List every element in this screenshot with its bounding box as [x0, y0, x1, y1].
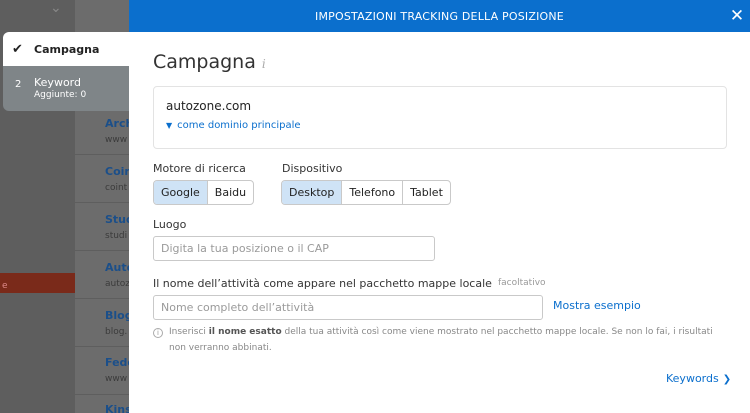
modal-title: IMPOSTAZIONI TRACKING DELLA POSIZIONE	[315, 9, 564, 23]
divider	[75, 298, 135, 299]
chevron-down-icon: ▼	[166, 121, 173, 130]
hint-text: Inserisci il nome esatto della tua attiv…	[169, 327, 713, 353]
info-circle-icon: i	[153, 328, 163, 338]
modal-header: IMPOSTAZIONI TRACKING DELLA POSIZIONE ✕	[129, 0, 750, 32]
domain-value: autozone.com	[166, 99, 252, 113]
section-heading: Campagna i	[153, 51, 266, 73]
close-icon[interactable]: ✕	[727, 5, 747, 27]
show-example-link[interactable]: Mostra esempio	[553, 299, 641, 312]
checkmark-icon: ✔	[12, 41, 23, 57]
option-google[interactable]: Google	[154, 181, 207, 204]
search-engine-selector: Google Baidu	[153, 180, 255, 205]
divider	[75, 250, 135, 251]
settings-modal: IMPOSTAZIONI TRACKING DELLA POSIZIONE ✕ …	[129, 0, 750, 413]
step-sublabel: Aggiunte: 0	[34, 90, 87, 100]
divider	[75, 346, 135, 347]
business-name-label: Il nome dell’attività come appare nel pa…	[153, 277, 492, 290]
chevron-down-icon: ⌄	[50, 0, 62, 16]
option-desktop[interactable]: Desktop	[282, 181, 342, 204]
step-keyword[interactable]: 2 Keyword Aggiunte: 0	[3, 66, 133, 111]
business-name-input[interactable]	[153, 295, 543, 320]
step-campagna[interactable]: ✔ Campagna	[3, 32, 133, 66]
chevron-right-icon: ❯	[722, 374, 732, 385]
next-keywords-button[interactable]: Keywords ❯	[666, 372, 731, 385]
divider	[75, 394, 135, 395]
device-selector: Desktop Telefono Tablet	[281, 180, 451, 205]
wizard-steps: ✔ Campagna 2 Keyword Aggiunte: 0	[3, 32, 133, 111]
location-input[interactable]	[153, 236, 435, 261]
domain-type-dropdown[interactable]: ▼ come dominio principale	[166, 120, 714, 131]
location-label: Luogo	[153, 218, 187, 231]
option-baidu[interactable]: Baidu	[206, 181, 253, 204]
divider	[75, 202, 135, 203]
step-label: Keyword	[34, 76, 81, 89]
domain-box: autozone.com ▼ come dominio principale	[153, 86, 727, 149]
background-red-bar: e	[0, 273, 75, 293]
step-label: Campagna	[34, 42, 100, 56]
step-number: 2	[15, 79, 22, 90]
divider	[75, 154, 135, 155]
option-tablet[interactable]: Tablet	[402, 181, 450, 204]
option-telefono[interactable]: Telefono	[341, 181, 402, 204]
optional-label: facoltativo	[498, 278, 546, 288]
search-engine-label: Motore di ricerca	[153, 162, 246, 175]
info-icon[interactable]: i	[262, 57, 266, 71]
hint-message: i Inserisci il nome esatto della tua att…	[153, 327, 713, 356]
device-label: Dispositivo	[282, 162, 343, 175]
